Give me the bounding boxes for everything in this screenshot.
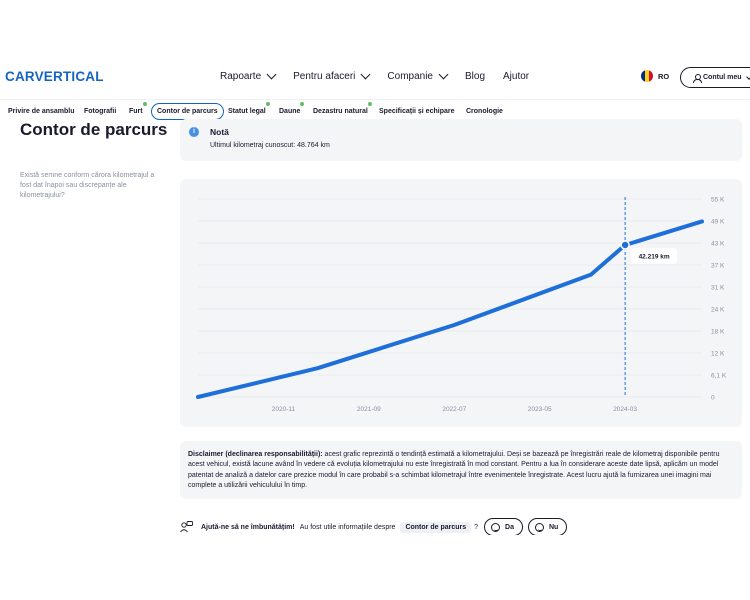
y-tick-label: 12 K (711, 351, 725, 358)
smile-icon (535, 522, 544, 532)
tab-label: Privire de ansamblu (8, 108, 75, 115)
feedback-yes-button[interactable]: Da (484, 518, 523, 535)
disclaimer-box: Disclaimer (declinarea responsabilității… (180, 441, 742, 499)
status-dot (367, 102, 372, 106)
nav-item-ajutor[interactable]: Ajutor (503, 71, 529, 82)
status-dot (300, 102, 305, 106)
user-icon (693, 73, 702, 83)
y-tick-label: 24 K (711, 307, 725, 314)
status-dot (142, 102, 147, 106)
nav-label: Blog (465, 71, 486, 82)
x-tick-label: 2024-03 (613, 406, 637, 413)
nav-item-blog[interactable]: Blog (465, 71, 485, 82)
chevron-down-icon (360, 69, 371, 80)
tab-label: Specificații și echipare (379, 108, 455, 115)
mileage-chart-card: 0 6,1 K 12 K 18 K 24 K 31 K 37 K 43 K 49 K 55 K 20… (180, 179, 742, 427)
tab-label: Fotografii (84, 108, 117, 115)
nav-label: Rapoarte (220, 71, 262, 82)
section-title: Contor de parcurs (20, 120, 168, 139)
status-dot (265, 102, 270, 106)
x-tick-label: 2022-07 (442, 406, 466, 413)
tab-contor-de-parcurs[interactable]: Contor de parcurs (151, 103, 224, 120)
nav-item-companie[interactable]: Companie (387, 69, 449, 82)
nav-item-rapoarte[interactable]: Rapoarte (220, 69, 277, 82)
romania-flag-icon (641, 70, 653, 82)
language-code: RO (658, 71, 670, 81)
note-title: Notă (210, 127, 229, 137)
x-tick-label: 2020-11 (272, 406, 296, 413)
note-text: Ultimul kilometraj cunoscut: 48.764 km (210, 142, 330, 149)
chevron-down-icon (266, 69, 277, 80)
account-button[interactable]: Contul meu (680, 67, 750, 88)
tab-daune[interactable]: Daune (279, 102, 305, 120)
y-tick-label: 37 K (711, 263, 725, 270)
section-tabs: Privire de ansamblu Fotografii Furt Cont… (0, 99, 750, 121)
tab-furt[interactable]: Furt (129, 102, 147, 120)
brand-logo[interactable]: CARVERTICAL (5, 69, 104, 84)
main-nav: Rapoarte Pentru afaceri Companie Blog Aj… (220, 69, 547, 82)
y-tick-label: 6,1 K (711, 373, 727, 380)
feedback-topic-chip: Contor de parcurs (400, 521, 472, 533)
nav-label: Pentru afaceri (293, 71, 356, 82)
y-tick-label: 43 K (711, 241, 725, 248)
no-label: Nu (549, 523, 559, 531)
tab-label: Cronologie (466, 108, 503, 115)
nav-item-pentru-afaceri[interactable]: Pentru afaceri (293, 69, 371, 82)
tab-label: Contor de parcurs (157, 108, 218, 115)
yes-label: Da (505, 523, 514, 531)
page-frame: CARVERTICAL Rapoarte Pentru afaceri Comp… (0, 55, 750, 535)
y-tick-label: 0 (711, 395, 715, 402)
feedback-qmark: ? (474, 523, 479, 531)
note-box: i Notă Ultimul kilometraj cunoscut: 48.7… (180, 119, 742, 161)
y-tick-label: 55 K (711, 197, 725, 204)
marker-point (620, 240, 630, 250)
y-tick-label: 31 K (711, 285, 725, 292)
tab-label: Furt (129, 108, 143, 115)
tab-specificatii[interactable]: Specificații și echipare (379, 103, 454, 120)
top-header: CARVERTICAL Rapoarte Pentru afaceri Comp… (0, 55, 750, 97)
feedback-subtext: Au fost utile informațiile despre (299, 523, 396, 531)
section-description: Există semne conform cărora kilometrajul… (20, 172, 155, 199)
tab-cronologie[interactable]: Cronologie (466, 103, 503, 120)
account-label: Contul meu (703, 74, 742, 81)
x-tick-label: 2021-09 (357, 406, 381, 413)
tab-label: Statut legal (228, 108, 266, 115)
tab-privire-de-ansamblu[interactable]: Privire de ansamblu (8, 103, 75, 120)
nav-label: Ajutor (503, 71, 530, 82)
disclaimer-heading: Disclaimer (declinarea responsabilității… (188, 451, 323, 458)
y-tick-label: 49 K (711, 219, 725, 226)
tab-label: Dezastru natural (313, 108, 368, 115)
marker-tooltip-label: 42.219 km (639, 254, 670, 261)
feedback-chat-icon (180, 521, 193, 533)
mileage-chart: 0 6,1 K 12 K 18 K 24 K 31 K 37 K 43 K 49 K 55 K 20… (196, 197, 727, 413)
chevron-down-icon (438, 69, 449, 80)
feedback-bar: Ajută-ne să ne îmbunătățim! Au fost util… (180, 518, 572, 535)
y-tick-label: 18 K (711, 329, 725, 336)
feedback-question: Ajută-ne să ne îmbunătățim! (201, 523, 295, 531)
language-selector[interactable]: RO (641, 70, 669, 82)
tab-dezastru-natural[interactable]: Dezastru natural (313, 102, 372, 120)
x-tick-label: 2023-05 (528, 406, 552, 413)
smile-icon (491, 522, 501, 532)
feedback-no-button[interactable]: Nu (528, 518, 568, 535)
info-icon: i (189, 127, 199, 137)
nav-label: Companie (387, 71, 433, 82)
tab-fotografii[interactable]: Fotografii (84, 103, 116, 120)
tab-label: Daune (279, 108, 301, 115)
chevron-down-icon (745, 73, 750, 80)
tab-statut-legal[interactable]: Statut legal (228, 102, 270, 120)
